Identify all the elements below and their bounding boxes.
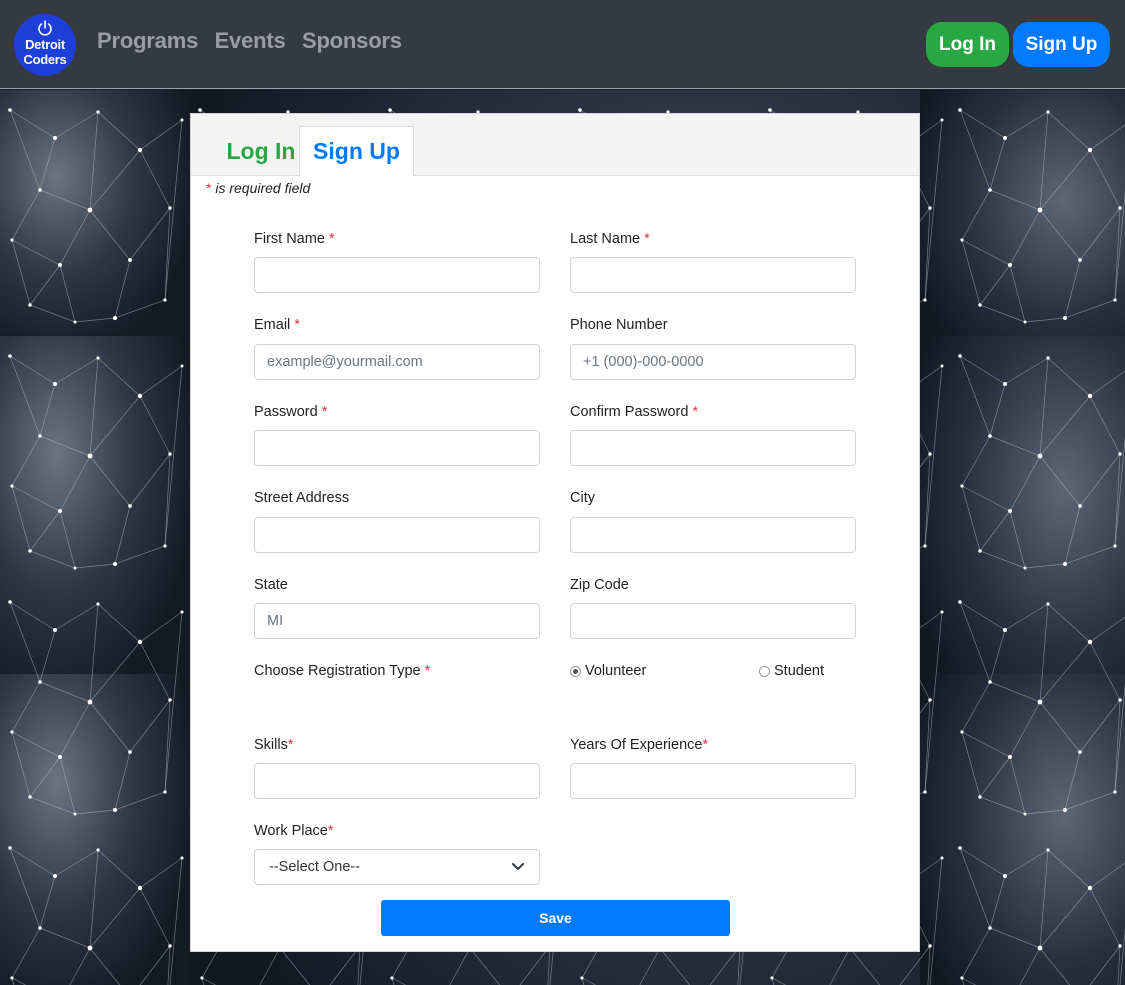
nav-links: Programs Events Sponsors — [97, 28, 414, 54]
radio-volunteer-circle[interactable] — [570, 665, 581, 677]
last-name-label: Last Name * — [570, 231, 650, 247]
email-label-text: Email — [254, 317, 291, 333]
phone-label: Phone Number — [570, 317, 668, 333]
email-label: Email * — [254, 317, 300, 333]
registration-type-label: Choose Registration Type * — [254, 663, 430, 679]
password-label: Password * — [254, 404, 327, 420]
street-address-input[interactable] — [254, 517, 540, 553]
save-button[interactable]: Save — [381, 900, 730, 936]
auth-tabs: Log In Sign Up — [191, 114, 919, 177]
confirm-password-label-text: Confirm Password — [570, 404, 689, 420]
tab-sign-up[interactable]: Sign Up — [299, 126, 414, 177]
nav-link-sponsors[interactable]: Sponsors — [302, 28, 402, 53]
required-star: * — [328, 231, 335, 247]
auth-card: Log In Sign Up * is required field First… — [190, 113, 920, 952]
radio-student-label: Student — [774, 663, 824, 679]
first-name-input[interactable] — [254, 257, 540, 293]
nav-link-programs[interactable]: Programs — [97, 28, 198, 53]
radio-student-circle[interactable] — [759, 665, 770, 677]
required-note-text: is required field — [211, 180, 311, 196]
radio-volunteer[interactable]: Volunteer — [570, 663, 646, 679]
required-star: * — [294, 317, 300, 333]
work-place-selected-value: --Select One-- — [269, 859, 361, 875]
required-star: * — [702, 737, 709, 753]
navbar: Detroit Coders Programs Events Sponsors … — [0, 0, 1125, 89]
work-place-label: Work Place* — [254, 823, 334, 839]
confirm-password-label: Confirm Password * — [570, 404, 698, 420]
brand-line-2: Coders — [23, 52, 67, 67]
nav-signup-button[interactable]: Sign Up — [1013, 22, 1110, 67]
city-label: City — [570, 490, 595, 506]
required-star: * — [327, 823, 334, 839]
confirm-password-input[interactable] — [570, 430, 856, 466]
phone-input[interactable] — [570, 344, 856, 380]
radio-volunteer-label: Volunteer — [585, 663, 647, 679]
chevron-down-icon — [512, 863, 524, 870]
years-experience-input[interactable] — [570, 763, 856, 799]
skills-label-text: Skills — [254, 737, 288, 753]
zip-code-input[interactable] — [570, 603, 856, 639]
radio-student[interactable]: Student — [759, 663, 824, 679]
password-input[interactable] — [254, 430, 540, 466]
registration-type-label-text: Choose Registration Type — [254, 663, 421, 679]
skills-label: Skills* — [254, 737, 294, 753]
last-name-input[interactable] — [570, 257, 856, 293]
brand-logo[interactable]: Detroit Coders — [14, 14, 76, 76]
first-name-label: First Name * — [254, 231, 335, 247]
work-place-select[interactable]: --Select One-- — [254, 849, 540, 885]
last-name-label-text: Last Name — [570, 231, 641, 247]
email-input[interactable] — [254, 344, 540, 380]
nav-login-button[interactable]: Log In — [926, 22, 1009, 67]
years-experience-label-text: Years Of Experience — [570, 737, 703, 753]
state-input[interactable] — [254, 603, 540, 639]
power-icon — [38, 20, 52, 36]
required-star: * — [692, 404, 699, 420]
street-address-label: Street Address — [254, 490, 350, 506]
required-star: * — [424, 663, 431, 679]
nav-link-events[interactable]: Events — [215, 28, 286, 53]
required-field-note: * is required field — [206, 180, 310, 196]
zip-code-label: Zip Code — [570, 577, 629, 593]
required-star: * — [287, 737, 294, 753]
years-experience-label: Years Of Experience* — [570, 737, 708, 753]
first-name-label-text: First Name — [254, 231, 325, 247]
state-label: State — [254, 577, 288, 593]
password-label-text: Password — [254, 404, 318, 420]
required-star: * — [321, 404, 328, 420]
brand-line-1: Detroit — [25, 37, 65, 52]
skills-input[interactable] — [254, 763, 540, 799]
required-star: * — [644, 231, 650, 247]
work-place-label-text: Work Place — [254, 823, 328, 839]
city-input[interactable] — [570, 517, 856, 553]
